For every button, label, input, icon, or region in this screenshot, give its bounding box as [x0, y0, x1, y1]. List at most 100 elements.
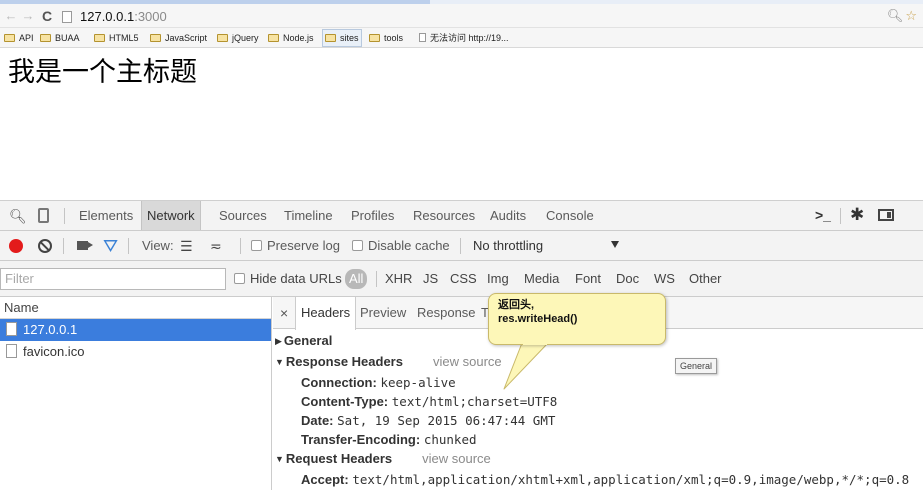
bookmark-unreachable[interactable]: 无法访问 http://19...	[419, 30, 509, 46]
filter-xhr[interactable]: XHR	[385, 261, 412, 297]
header-value: text/html;charset=UTF8	[391, 394, 558, 409]
name-column-header[interactable]: Name	[0, 297, 271, 319]
document-icon	[419, 33, 426, 42]
gear-icon[interactable]: ✱	[850, 205, 864, 225]
console-drawer-icon[interactable]: >_	[815, 207, 831, 223]
reload-icon[interactable]: C	[40, 8, 54, 24]
tab-sources[interactable]: Sources	[219, 201, 267, 230]
bookmark-buaa[interactable]: BUAA	[40, 30, 80, 46]
file-icon	[6, 344, 17, 358]
request-headers-section[interactable]: ▼ Request Headers view source	[275, 449, 491, 469]
tab-response[interactable]: Response	[417, 297, 476, 329]
filter-ws[interactable]: WS	[654, 261, 675, 297]
header-row: Accept: text/html,application/xhtml+xml,…	[301, 470, 909, 489]
filter-doc[interactable]: Doc	[616, 261, 639, 297]
bookmark-nodejs[interactable]: Node.js	[268, 30, 314, 46]
header-value: chunked	[423, 432, 477, 447]
callout-note: 返回头, res.writeHead()	[488, 293, 666, 345]
triangle-right-icon: ▶	[275, 336, 282, 346]
star-icon[interactable]: ☆	[905, 8, 917, 23]
checkbox-box[interactable]	[251, 240, 262, 251]
folder-icon	[325, 34, 336, 42]
header-key: Transfer-Encoding:	[301, 432, 421, 447]
bookmark-label: JavaScript	[165, 33, 208, 43]
header-key: Date:	[301, 413, 334, 428]
header-key: Content-Type:	[301, 394, 389, 409]
devtools-panel: 🔍︎ Elements Network Sources Timeline Pro…	[0, 200, 923, 490]
page-icon	[62, 11, 72, 23]
folder-icon	[4, 34, 15, 42]
throttling-select[interactable]: No throttling	[473, 231, 543, 261]
bookmark-html5[interactable]: HTML5	[94, 30, 139, 46]
filter-other[interactable]: Other	[689, 261, 722, 297]
filter-font[interactable]: Font	[575, 261, 601, 297]
chevron-down-icon[interactable]	[611, 241, 619, 248]
tab-preview[interactable]: Preview	[360, 297, 406, 329]
magnifier-icon[interactable]: 🔍︎	[887, 8, 904, 23]
bookmark-javascript[interactable]: JavaScript	[150, 30, 207, 46]
response-headers-section[interactable]: ▼ Response Headers view source	[275, 352, 502, 372]
record-icon[interactable]	[9, 239, 23, 253]
disable-cache-label: Disable cache	[368, 238, 450, 253]
header-key: Accept:	[301, 472, 349, 487]
bookmark-label: HTML5	[109, 33, 139, 43]
filter-bar: Filter Hide data URLs All XHR JS CSS Img…	[0, 261, 923, 297]
tab-network[interactable]: Network	[141, 201, 201, 230]
callout-line: 返回头,	[498, 299, 535, 311]
device-mode-icon[interactable]	[38, 208, 49, 223]
dock-side-icon[interactable]	[878, 209, 894, 221]
divider	[460, 238, 461, 254]
filter-img[interactable]: Img	[487, 261, 509, 297]
tab-headers[interactable]: Headers	[295, 297, 357, 330]
tab-console[interactable]: Console	[546, 201, 594, 230]
request-row[interactable]: 127.0.0.1	[0, 319, 271, 341]
section-title: Response Headers	[285, 354, 403, 369]
url-host: 127.0.0.1	[80, 9, 135, 24]
tab-timeline[interactable]: Timeline	[284, 201, 333, 230]
inspect-magnifier-icon[interactable]: 🔍︎	[9, 208, 27, 225]
overview-icon[interactable]: ≂	[210, 231, 222, 261]
request-name: favicon.ico	[23, 344, 85, 359]
forward-arrow-icon[interactable]: →	[21, 8, 35, 24]
folder-icon	[94, 34, 105, 42]
disable-cache-checkbox[interactable]: Disable cache	[352, 231, 450, 261]
tab-audits[interactable]: Audits	[490, 201, 526, 230]
general-section[interactable]: ▶ General	[275, 331, 332, 351]
tab-profiles[interactable]: Profiles	[351, 201, 394, 230]
bookmark-tools[interactable]: tools	[369, 30, 403, 46]
filter-media[interactable]: Media	[524, 261, 559, 297]
preserve-log-checkbox[interactable]: Preserve log	[251, 231, 340, 261]
request-row[interactable]: favicon.ico	[0, 341, 271, 363]
checkbox-box[interactable]	[234, 273, 245, 284]
bookmark-jquery[interactable]: jQuery	[217, 30, 259, 46]
large-rows-icon[interactable]: ☰	[180, 231, 193, 261]
view-source-link[interactable]: view source	[433, 354, 502, 369]
view-source-link[interactable]: view source	[422, 451, 491, 466]
section-title: General	[283, 333, 333, 348]
filter-css[interactable]: CSS	[450, 261, 477, 297]
header-value: Sat, 19 Sep 2015 06:47:44 GMT	[337, 413, 556, 428]
divider	[128, 238, 129, 254]
header-value: keep-alive	[380, 375, 456, 390]
folder-icon	[217, 34, 228, 42]
bookmark-api[interactable]: API	[4, 30, 34, 46]
request-list: Name 127.0.0.1 favicon.ico	[0, 297, 272, 490]
triangle-down-icon: ▼	[275, 454, 284, 464]
back-arrow-icon[interactable]: ←	[4, 8, 18, 24]
close-icon[interactable]: ×	[280, 297, 288, 329]
filter-funnel-icon[interactable]: ⛛	[103, 237, 118, 255]
bookmark-sites[interactable]: sites	[322, 29, 362, 47]
folder-icon	[268, 34, 279, 42]
clear-icon[interactable]	[38, 239, 52, 253]
filter-js[interactable]: JS	[423, 261, 438, 297]
tab-resources[interactable]: Resources	[413, 201, 475, 230]
url-field[interactable]: 127.0.0.1:3000	[80, 9, 167, 25]
hide-data-urls-checkbox[interactable]: Hide data URLs	[234, 261, 342, 297]
capture-screenshots-icon[interactable]	[77, 241, 93, 250]
filter-all-button[interactable]: All	[345, 269, 368, 289]
tab-elements[interactable]: Elements	[79, 201, 133, 230]
filter-input[interactable]: Filter	[0, 268, 226, 290]
checkbox-box[interactable]	[352, 240, 363, 251]
folder-icon	[40, 34, 51, 42]
section-title: Request Headers	[285, 451, 393, 466]
